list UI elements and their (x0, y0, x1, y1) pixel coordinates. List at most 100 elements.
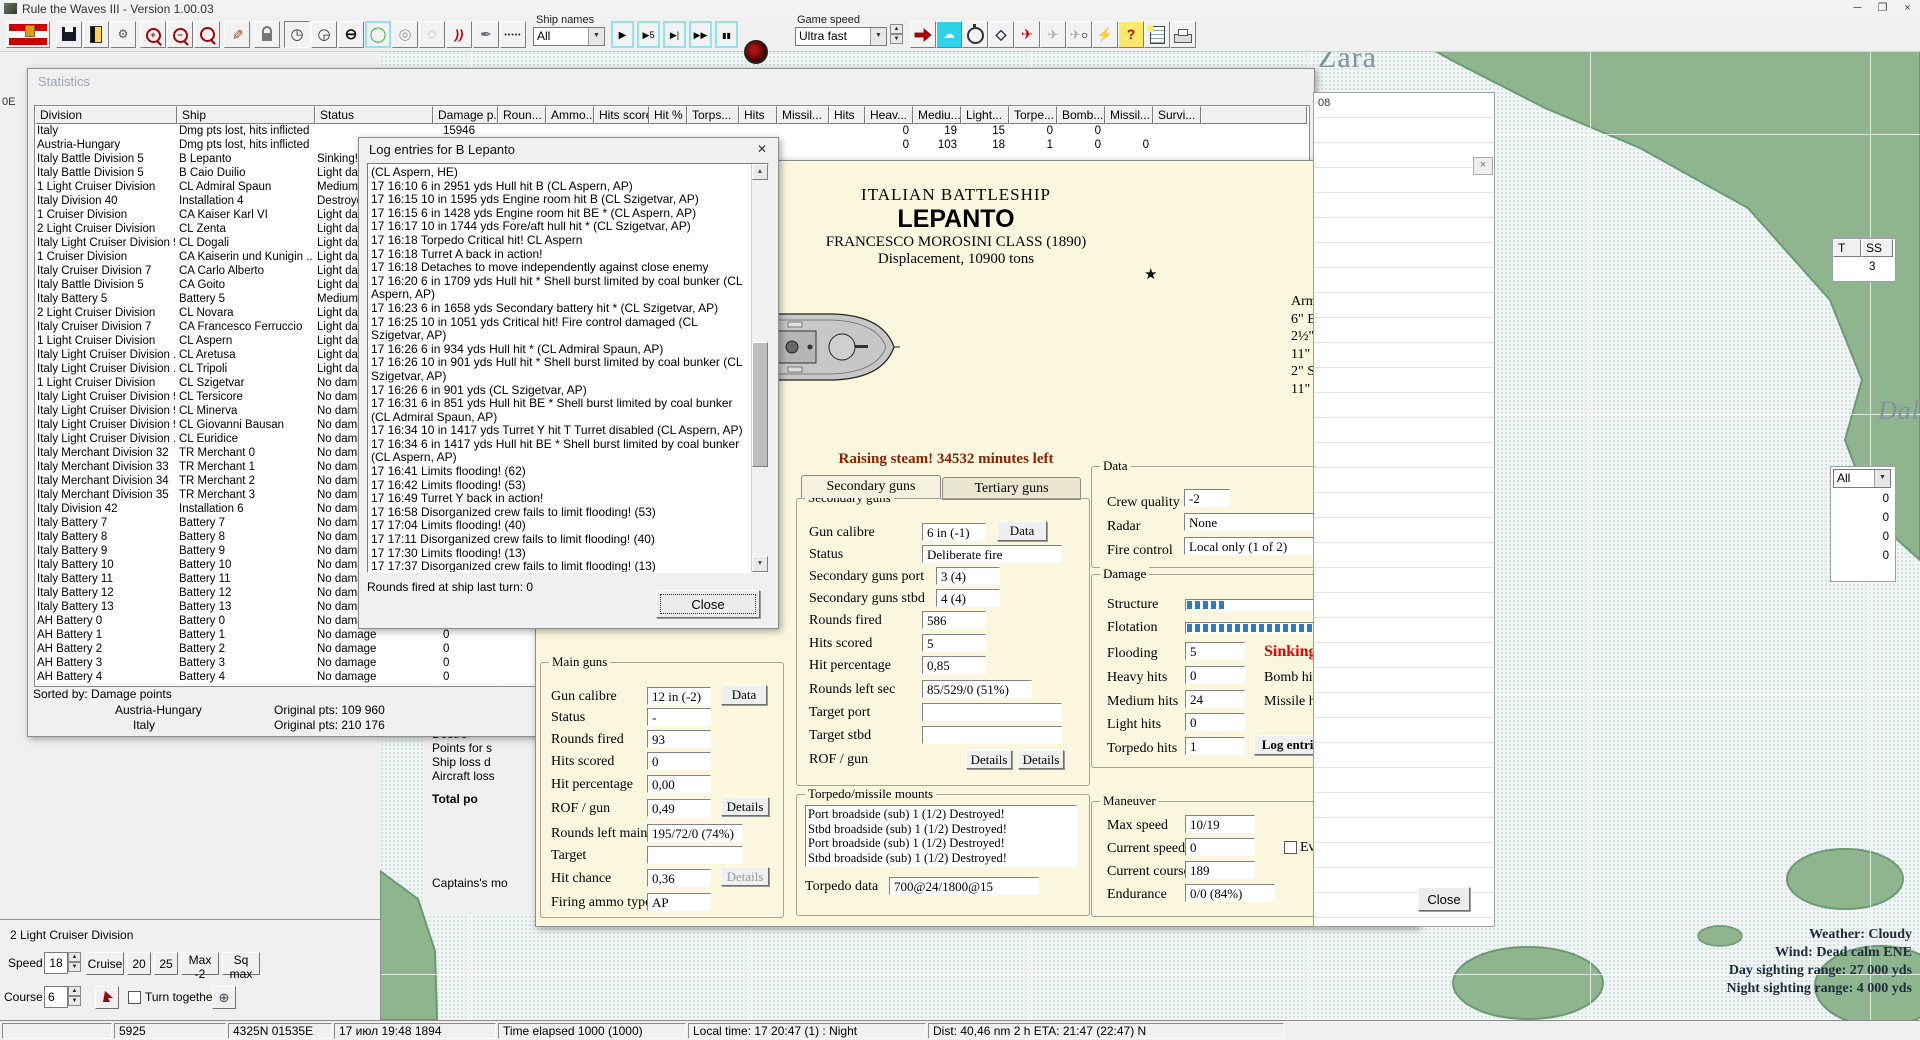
zoom-out-button[interactable]: − (167, 21, 193, 48)
turn-together-checkbox[interactable] (128, 991, 141, 1004)
details-stbd-button[interactable]: Details (1018, 750, 1064, 769)
scroll-down-icon[interactable]: ▼ (752, 556, 768, 572)
exit-button[interactable] (83, 21, 109, 48)
log-entries-list[interactable]: (CL Aspern, HE)17 16:10 6 in 2951 yds Hu… (367, 163, 769, 573)
data-button[interactable]: Data (997, 521, 1047, 541)
strike-button[interactable]: ⚡ (1092, 21, 1118, 48)
settings-button[interactable]: ⚙ (110, 21, 136, 48)
gray-planes-icon: ✈ (1048, 27, 1059, 42)
speed-25-button[interactable]: 25 (154, 952, 178, 975)
groupbox-title: Main guns (549, 654, 610, 670)
game-speed-spinner[interactable]: ▲▼ (890, 24, 903, 46)
scroll-up-icon[interactable]: ▲ (752, 164, 768, 180)
column-header[interactable]: Light... (961, 106, 1009, 124)
log-scrollbar[interactable]: ▲ ▼ (751, 164, 769, 572)
column-header[interactable]: Ammo... (546, 106, 594, 124)
column-header[interactable]: Damage p... (433, 106, 498, 124)
column-header[interactable]: Ship (177, 106, 315, 124)
speed-spinner[interactable]: ▲▼ (68, 952, 81, 974)
column-header[interactable]: Division (35, 106, 177, 124)
log-close-button[interactable]: Close (656, 590, 760, 618)
column-header[interactable]: Bomb... (1057, 106, 1105, 124)
formation-button[interactable]: ⊕ (212, 986, 236, 1009)
speed-20-button[interactable]: 20 (127, 952, 151, 975)
window-titlebar[interactable]: Rule the Waves III - Version 1.00.03 ─ ❐… (0, 0, 1920, 18)
report-button[interactable] (1144, 21, 1170, 48)
dots-button[interactable]: ••••• (500, 21, 526, 48)
column-header[interactable]: Hits scored (594, 106, 649, 124)
log-entries-dialog[interactable]: Log entries for B Lepanto ✕ (CL Aspern, … (358, 137, 779, 629)
pause-button[interactable]: ▮▮ (715, 21, 738, 48)
play-step-button[interactable]: ▶| (663, 21, 686, 48)
ship-cell: CA Carlo Alberto (179, 264, 313, 278)
close-icon[interactable]: × (1473, 157, 1493, 175)
squadron-max-button[interactable]: Sq max (222, 952, 260, 975)
speed-input[interactable]: 18 (44, 952, 68, 974)
all-filter-select[interactable]: All ▼ (1833, 469, 1891, 488)
scroll-thumb[interactable] (752, 342, 768, 467)
max-speed-button[interactable]: Max -2 (181, 952, 219, 975)
advance-button[interactable] (910, 21, 936, 48)
column-header[interactable]: Status (315, 106, 433, 124)
column-header[interactable]: Torps... (687, 106, 739, 124)
tab-tertiary-guns[interactable]: Tertiary guns (942, 477, 1081, 500)
column-header[interactable]: Missil... (1105, 106, 1153, 124)
column-header[interactable]: Hits (829, 106, 865, 124)
nation-flag-button[interactable] (6, 21, 50, 48)
details-port-button[interactable]: Details (966, 750, 1012, 769)
play-5-button[interactable]: ▶5 (637, 21, 660, 48)
double-circle-button[interactable]: ◎ (392, 21, 418, 48)
tab-secondary-guns[interactable]: Secondary guns (801, 475, 941, 498)
save-button[interactable] (56, 21, 82, 48)
wake-lines-button[interactable]: )) (446, 21, 472, 48)
column-header[interactable]: Missil... (777, 106, 829, 124)
data-button[interactable]: Data (721, 685, 767, 705)
details-button[interactable]: Details (721, 797, 769, 816)
air-group-button[interactable]: ✈ (1040, 21, 1066, 48)
rounds-fired-line: Rounds fired at ship last turn: 0 (367, 580, 533, 594)
dashed-circle-button[interactable]: ◌ (419, 21, 445, 48)
range-circle-button[interactable]: ◯ (365, 21, 391, 48)
set-course-button[interactable] (95, 986, 119, 1009)
column-header[interactable]: Mediu... (913, 106, 961, 124)
torpedo-mounts-list[interactable]: Port broadside (sub) 1 (1/2) Destroyed!S… (805, 805, 1077, 867)
hits-scored-value: 0 (647, 752, 711, 770)
column-header[interactable]: Torpe... (1009, 106, 1057, 124)
close-icon[interactable]: ✕ (753, 142, 771, 158)
clock-mode-button[interactable]: ◷ (284, 21, 310, 48)
column-header[interactable]: Survi... (1153, 106, 1201, 124)
zoom-area-button[interactable] (194, 21, 220, 48)
minimize-button[interactable]: ─ (1845, 0, 1870, 17)
course-spinner[interactable]: ▲▼ (68, 986, 81, 1008)
course-input[interactable]: 6 (44, 986, 68, 1008)
column-header[interactable]: Roun... (498, 106, 546, 124)
weather-button[interactable]: ☁ (936, 21, 962, 48)
close-button[interactable]: × (1895, 0, 1920, 17)
notes-button[interactable]: ◇ (988, 21, 1014, 48)
lock-button[interactable] (254, 21, 280, 48)
ship-names-select[interactable]: All ▼ (533, 27, 605, 46)
play-button[interactable]: ▶ (611, 21, 634, 48)
target-stbd-label: Target stbd (809, 728, 871, 744)
column-header[interactable]: Heav... (865, 106, 913, 124)
column-header[interactable]: Hits (739, 106, 777, 124)
zoom-in-button[interactable]: + (140, 21, 166, 48)
air-patrol-button[interactable]: ✈○ (1066, 21, 1092, 48)
fast-forward-button[interactable]: ▶▶ (689, 21, 712, 48)
clock-alt-button[interactable]: ◶ (311, 21, 337, 48)
timer-button[interactable] (962, 21, 988, 48)
help-button[interactable]: ? (1118, 21, 1144, 48)
column-header[interactable]: Hit % (649, 106, 687, 124)
game-speed-select[interactable]: Ultra fast ▼ (795, 27, 887, 46)
background-close-button[interactable]: Close (1418, 887, 1470, 911)
evading-checkbox[interactable] (1284, 841, 1297, 854)
air-raid-button[interactable]: ✈ (1014, 21, 1040, 48)
draw-button[interactable]: ✎ (224, 21, 250, 48)
print-button[interactable] (1170, 21, 1196, 48)
ships-list-window-fragment[interactable]: 08 × Close (1313, 92, 1495, 927)
contact-minus-button[interactable]: ⊖ (338, 21, 364, 48)
pen-button[interactable]: ✒ (473, 21, 499, 48)
torp-cell: 1 (1009, 138, 1053, 152)
maximize-button[interactable]: ❐ (1870, 0, 1895, 17)
cruise-button[interactable]: Cruise (86, 952, 124, 975)
